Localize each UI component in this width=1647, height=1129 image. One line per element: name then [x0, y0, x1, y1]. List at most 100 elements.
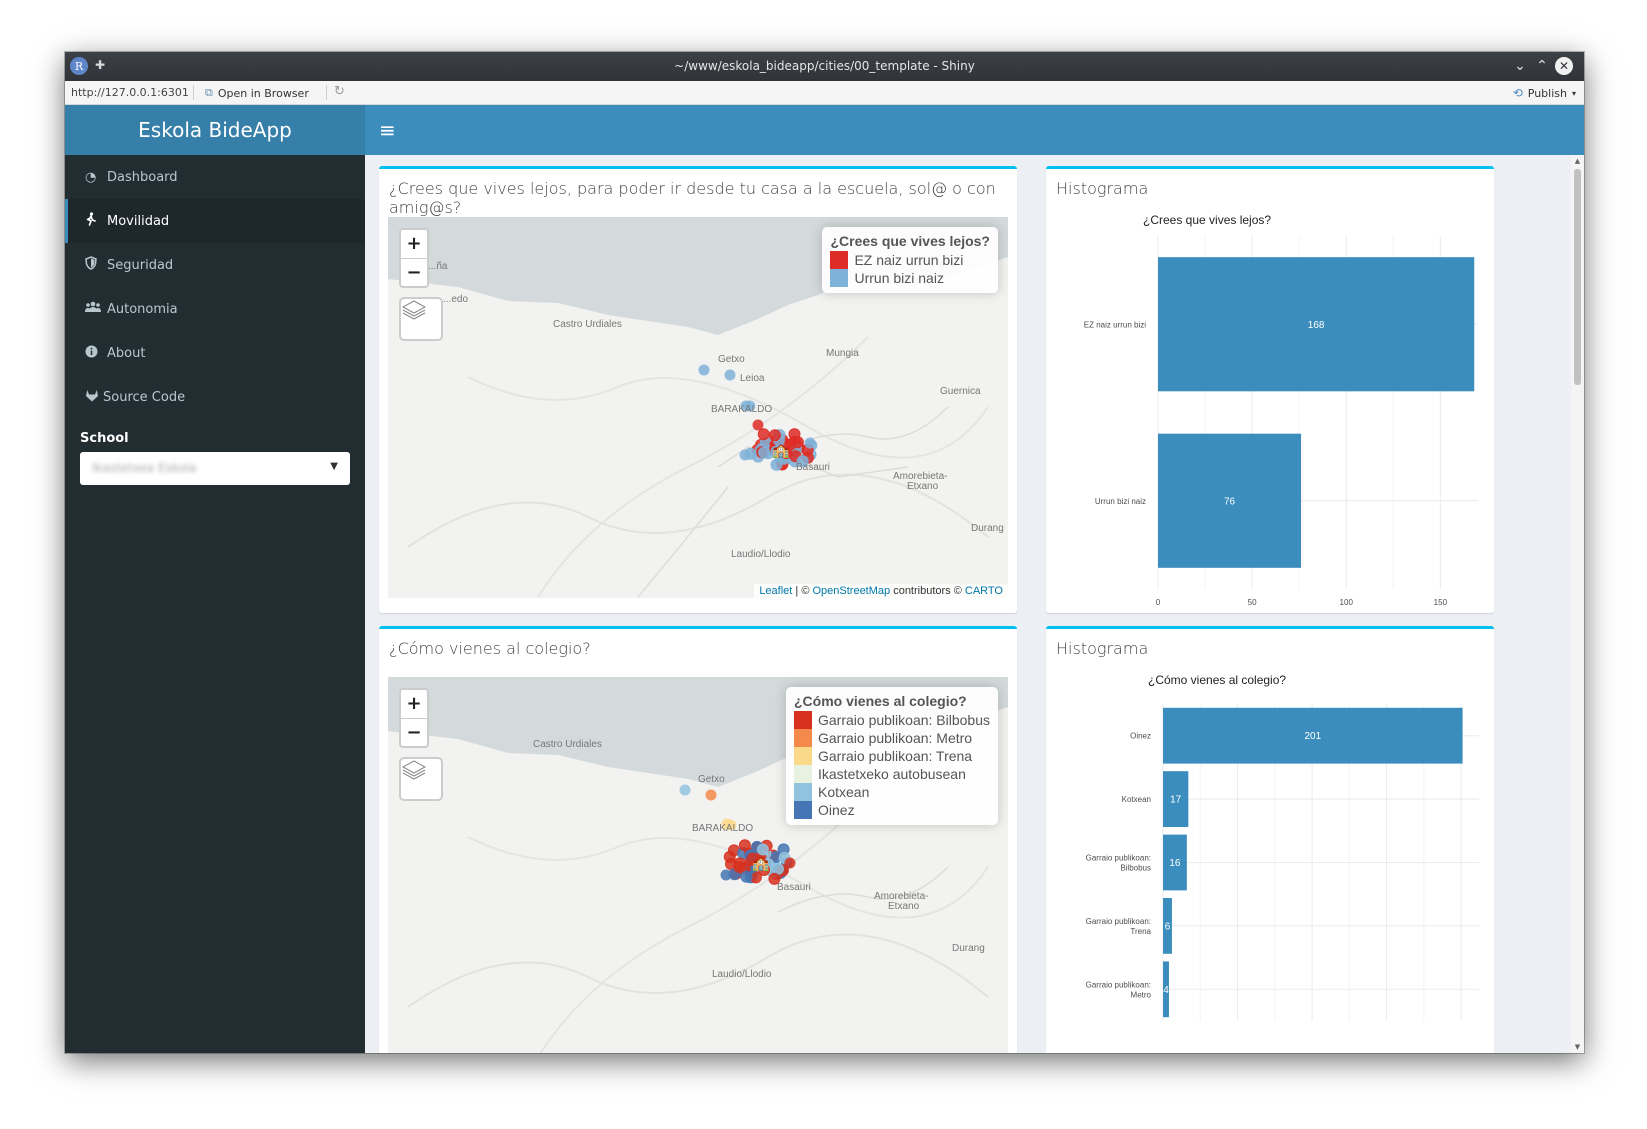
town-label: Durang: [971, 523, 1004, 534]
scroll-down-icon[interactable]: ▼: [1571, 1043, 1584, 1051]
publish-label: Publish: [1527, 86, 1567, 100]
sidebar: ◔ Dashboard Movilidad Seguridad Autonomi…: [65, 155, 365, 1053]
sidebar-item-label: Source Code: [103, 389, 186, 405]
info-icon: [85, 345, 107, 362]
map-marker[interactable]: [705, 789, 717, 801]
legend-label: Garraio publikoan: Trena: [818, 748, 973, 764]
map-marker[interactable]: [724, 369, 736, 381]
category-label: Kotxean: [1122, 795, 1151, 804]
sidebar-item-about[interactable]: About: [65, 331, 365, 375]
town-label: BARAKALDO: [711, 404, 773, 415]
map-marker[interactable]: [679, 784, 691, 796]
map-marker[interactable]: [720, 869, 732, 881]
sidebar-item-autonomia[interactable]: Autonomia: [65, 287, 365, 331]
sidebar-item-label: Autonomia: [107, 301, 178, 317]
map-marker[interactable]: [739, 449, 751, 461]
zoom-in-button[interactable]: +: [401, 230, 427, 259]
category-label: Garraio publikoan:: [1086, 917, 1151, 926]
layers-icon: [401, 760, 427, 780]
town-label: BARAKALDO: [692, 823, 754, 834]
town-label: Guernica: [940, 386, 981, 397]
map-box-title: ¿Crees que vives lejos, para poder ir de…: [389, 179, 996, 217]
map-marker[interactable]: [756, 843, 769, 856]
map-marker[interactable]: [757, 428, 770, 441]
viewer-toolbar: http://127.0.0.1:6301 ⧉ Open in Browser …: [65, 81, 1584, 105]
legend-label: Ikastetxeko autobusean: [818, 766, 966, 782]
category-label: Oinez: [1130, 732, 1151, 741]
dashboard-icon: ◔: [85, 169, 97, 185]
histogram-box-transport: Histograma ¿Cómo vienes al colegio? 201 Oi…: [1046, 626, 1494, 1053]
map-marker[interactable]: [698, 364, 710, 376]
osm-link[interactable]: OpenStreetMap: [812, 585, 890, 597]
sidebar-item-label: Movilidad: [107, 213, 170, 229]
bar-value-label: 76: [1224, 496, 1236, 507]
histogram-box-distance: Histograma ¿Crees que vives lejos? 168 EZ …: [1046, 166, 1494, 613]
x-tick-label: 100: [1340, 598, 1354, 607]
browser-icon: ⧉: [205, 86, 213, 99]
main-content: ¿Crees que vives lejos, para poder ir de…: [365, 155, 1584, 1053]
layers-button[interactable]: [399, 297, 443, 341]
minimize-icon[interactable]: ⌄: [1510, 56, 1530, 76]
scrollbar-thumb[interactable]: [1574, 169, 1581, 385]
maximize-icon[interactable]: ⌃: [1532, 56, 1552, 76]
sidebar-item-source-code[interactable]: Source Code: [65, 375, 365, 419]
map-marker[interactable]: [752, 419, 764, 431]
map-marker[interactable]: [771, 862, 784, 875]
category-label: Garraio publikoan:: [1086, 980, 1151, 989]
chart-title: ¿Crees que vives lejos?: [1143, 213, 1271, 227]
publish-icon: ⟲: [1512, 86, 1523, 100]
town-label: Castro Urdiales: [533, 739, 602, 750]
legend-label: Garraio publikoan: Metro: [818, 730, 973, 746]
close-icon[interactable]: ✕: [1555, 57, 1573, 75]
scroll-up-icon[interactable]: ▲: [1571, 157, 1584, 165]
title-bar: R ✚ ~/www/eskola_bideapp/cities/00_templ…: [65, 52, 1584, 81]
app-logo[interactable]: Eskola BideApp: [65, 105, 365, 155]
school-select[interactable]: Ikastetxea Eskola ▼: [80, 452, 350, 485]
school-label: School: [80, 431, 129, 446]
map-marker[interactable]: [784, 857, 796, 869]
leaflet-map-transport[interactable]: 🏫 Castro Urdiales Getxo BARAKALDO Basaur…: [388, 677, 1008, 1053]
sidebar-toggle-icon[interactable]: ≡: [379, 118, 396, 142]
x-tick-label: 50: [1248, 598, 1257, 607]
town-label: Etxano: [888, 901, 920, 912]
attribution-text: contributors ©: [890, 585, 965, 597]
leaflet-link[interactable]: Leaflet: [759, 585, 792, 597]
x-tick-label: 0: [1156, 598, 1161, 607]
app-header: Eskola BideApp ≡: [65, 105, 1584, 155]
map-marker[interactable]: [804, 437, 816, 449]
category-label: Trena: [1130, 927, 1151, 936]
map-marker[interactable]: [768, 429, 781, 442]
page-scrollbar[interactable]: ▲ ▼: [1571, 155, 1584, 1053]
sidebar-item-dashboard[interactable]: ◔ Dashboard: [65, 155, 365, 199]
publish-button[interactable]: ⟲ Publish ▾: [1513, 86, 1576, 100]
carto-link[interactable]: CARTO: [965, 585, 1003, 597]
legend-swatch: [794, 765, 812, 783]
map-marker[interactable]: [740, 870, 753, 883]
legend-swatch: [794, 747, 812, 765]
url-field[interactable]: http://127.0.0.1:6301: [71, 86, 189, 99]
legend-swatch: [830, 269, 849, 287]
school-marker-icon[interactable]: 🏫: [772, 443, 790, 459]
category-label: Garraio publikoan:: [1086, 854, 1151, 863]
map-marker[interactable]: [791, 436, 804, 449]
open-in-browser-button[interactable]: ⧉ Open in Browser: [205, 86, 309, 100]
town-label: Mungia: [826, 348, 859, 359]
legend-swatch: [794, 711, 812, 729]
sidebar-item-seguridad[interactable]: Seguridad: [65, 243, 365, 287]
sidebar-item-label: About: [107, 345, 146, 361]
school-marker-icon[interactable]: 🏫: [752, 856, 770, 872]
legend-title: ¿Crees que vives lejos?: [830, 233, 990, 249]
legend-item: Ikastetxeko autobusean: [794, 765, 990, 783]
layers-button[interactable]: [399, 757, 443, 801]
zoom-in-button[interactable]: +: [401, 690, 427, 719]
town-label: ...ña: [428, 261, 448, 272]
zoom-out-button[interactable]: −: [401, 259, 427, 287]
map-marker[interactable]: [758, 446, 771, 459]
legend-title: ¿Cómo vienes al colegio?: [794, 693, 967, 709]
leaflet-map-distance[interactable]: 🏫 Castro Urdiales Getxo Leioa Mungia Gue…: [388, 217, 1008, 598]
zoom-out-button[interactable]: −: [401, 719, 427, 747]
bar-value-label: 16: [1169, 858, 1181, 869]
shield-icon: [85, 256, 107, 274]
sidebar-item-movilidad[interactable]: Movilidad: [65, 199, 365, 243]
refresh-icon[interactable]: ↻: [334, 84, 345, 99]
